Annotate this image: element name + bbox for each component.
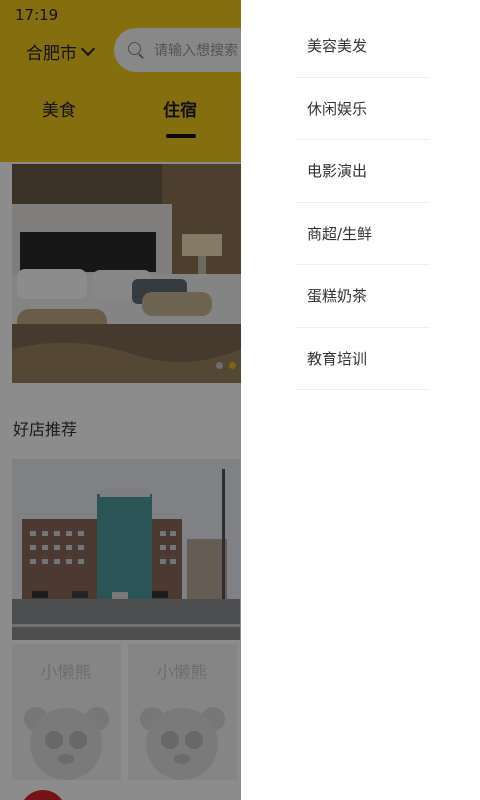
- menu-item-movies-shows[interactable]: 电影演出: [295, 140, 430, 203]
- menu-item-beauty[interactable]: 美容美发: [295, 15, 430, 78]
- menu-item-cake-milktea[interactable]: 蛋糕奶茶: [295, 265, 430, 328]
- category-drawer: 美容美发 休闲娱乐 电影演出 商超/生鲜 蛋糕奶茶 教育培训: [241, 0, 480, 800]
- category-menu: 美容美发 休闲娱乐 电影演出 商超/生鲜 蛋糕奶茶 教育培训: [295, 15, 430, 390]
- menu-item-education-training[interactable]: 教育培训: [295, 328, 430, 390]
- menu-item-entertainment[interactable]: 休闲娱乐: [295, 78, 430, 140]
- menu-item-supermarket-fresh[interactable]: 商超/生鲜: [295, 203, 430, 265]
